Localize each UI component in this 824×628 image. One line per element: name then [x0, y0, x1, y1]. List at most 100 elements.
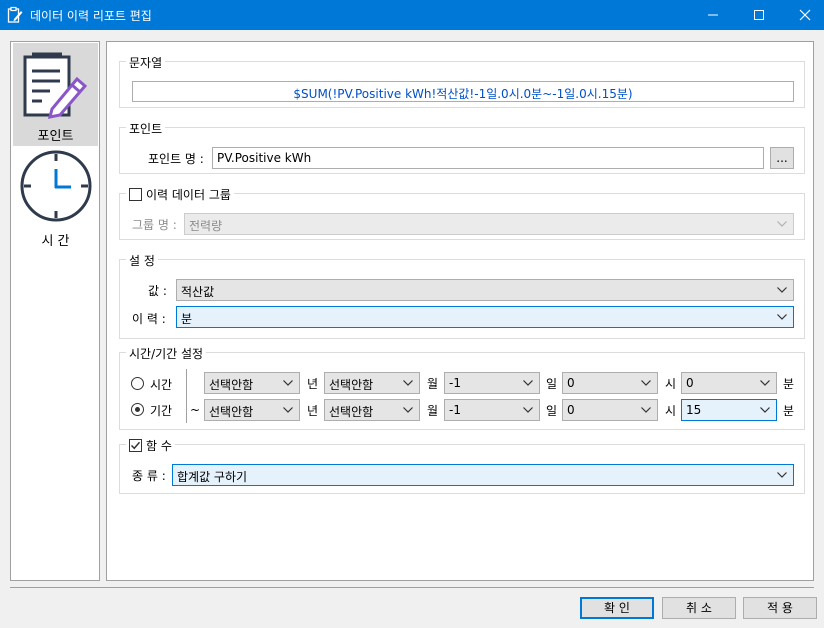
clock-icon	[20, 150, 92, 222]
start-day-select[interactable]: -1	[444, 372, 540, 394]
point-name-input[interactable]: PV.Positive kWh	[212, 147, 764, 169]
settings-group-title: 설 정	[126, 252, 158, 269]
end-minute-select[interactable]: 15	[681, 399, 777, 421]
end-month-unit: 월	[427, 404, 439, 418]
end-day-value: -1	[449, 403, 461, 417]
title-bar: 데이터 이력 리포트 편집	[0, 0, 824, 30]
nav-item-point-label: 포인트	[37, 129, 74, 144]
chevron-down-icon	[403, 380, 413, 386]
left-nav-panel: 포인트 시 간	[10, 41, 100, 581]
chevron-down-icon	[523, 407, 533, 413]
group-name-label: 그룹 명 :	[132, 218, 177, 232]
chevron-down-icon	[523, 380, 533, 386]
main-panel: 문자열 $SUM(!PV.Positive kWh!적산값!-1일.0시.0분~…	[106, 41, 814, 581]
clipboard-edit-icon	[7, 6, 23, 23]
chevron-down-icon	[283, 407, 293, 413]
history-group-checkbox[interactable]	[129, 188, 142, 201]
start-hour-value: 0	[567, 376, 575, 390]
radio-period-label: 기간	[150, 404, 173, 418]
end-month-value: 선택안함	[329, 405, 374, 419]
chevron-down-icon	[777, 221, 787, 227]
point-name-value: PV.Positive kWh	[217, 151, 312, 165]
function-checkbox[interactable]	[129, 439, 142, 452]
radio-time[interactable]	[131, 377, 144, 390]
value-select[interactable]: 적산값	[176, 279, 794, 301]
time-settings-title: 시간/기간 설정	[126, 345, 207, 362]
function-type-label: 종 류 :	[132, 469, 166, 483]
close-icon	[799, 9, 811, 21]
formula-display: $SUM(!PV.Positive kWh!적산값!-1일.0시.0분~-1일.…	[132, 81, 794, 102]
chevron-down-icon	[777, 314, 787, 320]
end-hour-select[interactable]: 0	[562, 399, 658, 421]
start-day-value: -1	[449, 376, 461, 390]
maximize-icon	[754, 10, 764, 20]
end-year-unit: 년	[307, 404, 319, 418]
nav-item-time[interactable]: 시 간	[13, 146, 98, 249]
chevron-down-icon	[777, 287, 787, 293]
end-year-value: 선택안함	[209, 405, 254, 419]
checkmark-icon	[130, 441, 141, 450]
start-minute-value: 0	[686, 376, 694, 390]
function-type-select[interactable]: 합계값 구하기	[172, 464, 794, 486]
settings-group: 설 정 값 : 적산값 이 력 : 분	[119, 252, 805, 339]
time-settings-group: 시간/기간 설정 시간 기간 ~ 선택안함 년 선택안함 월 -1 일 0 시 …	[119, 345, 805, 430]
cancel-button[interactable]: 취 소	[662, 597, 736, 619]
value-label: 값 :	[148, 284, 167, 298]
chevron-down-icon	[777, 472, 787, 478]
chevron-down-icon	[283, 380, 293, 386]
value-select-value: 적산값	[181, 285, 215, 299]
start-hour-unit: 시	[665, 377, 677, 391]
end-minute-value: 15	[686, 403, 702, 417]
end-hour-unit: 시	[665, 404, 677, 418]
document-pencil-icon	[23, 52, 88, 119]
close-button[interactable]	[782, 0, 824, 30]
end-month-select[interactable]: 선택안함	[324, 399, 420, 421]
start-minute-select[interactable]: 0	[681, 372, 777, 394]
start-month-unit: 월	[427, 377, 439, 391]
radio-period[interactable]	[131, 403, 144, 416]
start-year-unit: 년	[307, 377, 319, 391]
point-name-label: 포인트 명 :	[148, 152, 204, 166]
start-year-select[interactable]: 선택안함	[204, 372, 300, 394]
ok-button[interactable]: 확 인	[580, 597, 654, 619]
window-title: 데이터 이력 리포트 편집	[30, 9, 152, 23]
end-day-select[interactable]: -1	[444, 399, 540, 421]
history-select[interactable]: 분	[176, 306, 794, 328]
formula-text: $SUM(!PV.Positive kWh!적산값!-1일.0시.0분~-1일.…	[293, 87, 633, 101]
minimize-icon	[708, 14, 718, 16]
history-select-value: 분	[181, 312, 193, 326]
start-minute-unit: 분	[783, 377, 795, 391]
function-type-value: 합계값 구하기	[177, 470, 248, 484]
end-day-unit: 일	[546, 404, 558, 418]
point-group: 포인트 포인트 명 : PV.Positive kWh ...	[119, 120, 805, 174]
radio-time-label: 시간	[150, 378, 173, 392]
function-group: 함 수 종 류 : 합계값 구하기	[119, 437, 805, 494]
end-hour-value: 0	[567, 403, 575, 417]
browse-point-button[interactable]: ...	[770, 147, 794, 169]
start-month-value: 선택안함	[329, 378, 374, 392]
maximize-button[interactable]	[736, 0, 782, 30]
nav-item-time-label: 시 간	[41, 234, 70, 249]
point-group-title: 포인트	[126, 120, 166, 137]
tilde-label: ~	[190, 403, 201, 417]
string-group-title: 문자열	[126, 54, 166, 71]
start-year-value: 선택안함	[209, 378, 254, 392]
history-group: 이력 데이터 그룹 그룹 명 : 전력량	[119, 186, 805, 240]
minimize-button[interactable]	[690, 0, 736, 30]
history-group-title: 이력 데이터 그룹	[126, 186, 234, 203]
nav-item-point[interactable]: 포인트	[13, 43, 98, 146]
chevron-down-icon	[760, 407, 770, 413]
history-label: 이 력 :	[132, 312, 166, 326]
start-day-unit: 일	[546, 377, 558, 391]
chevron-down-icon	[403, 407, 413, 413]
group-name-value: 전력량	[189, 219, 223, 233]
group-name-select[interactable]: 전력량	[184, 213, 794, 235]
time-divider	[186, 369, 187, 423]
start-month-select[interactable]: 선택안함	[324, 372, 420, 394]
string-group: 문자열 $SUM(!PV.Positive kWh!적산값!-1일.0시.0분~…	[119, 54, 805, 108]
start-hour-select[interactable]: 0	[562, 372, 658, 394]
chevron-down-icon	[641, 380, 651, 386]
chevron-down-icon	[641, 407, 651, 413]
apply-button[interactable]: 적 용	[743, 597, 817, 619]
end-year-select[interactable]: 선택안함	[204, 399, 300, 421]
